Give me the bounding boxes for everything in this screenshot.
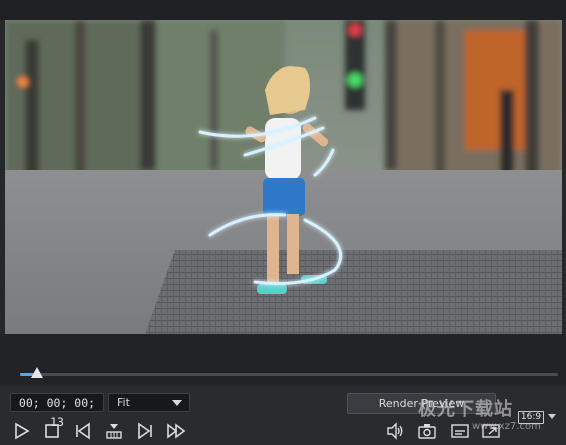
subtitle-icon[interactable] [450, 421, 470, 441]
play-icon[interactable] [12, 421, 32, 441]
camera-icon[interactable] [417, 421, 437, 441]
timecode-display[interactable]: 00; 00; 00; 13 [10, 393, 104, 429]
watermark-text: 极光下载站 [418, 399, 513, 420]
stop-icon[interactable] [42, 421, 62, 441]
volume-icon[interactable] [385, 421, 405, 441]
previous-frame-icon[interactable] [73, 421, 93, 441]
video-preview[interactable] [5, 20, 562, 334]
fast-forward-icon[interactable] [166, 421, 186, 441]
chevron-down-icon[interactable] [548, 414, 556, 419]
watermark-url: www.xz7.com [472, 421, 541, 432]
marker-icon[interactable] [104, 421, 124, 441]
video-frame [5, 20, 562, 334]
seek-bar[interactable] [20, 373, 558, 376]
timeline-area [0, 334, 566, 386]
fit-select-value: Fit [117, 396, 130, 409]
zoom-fit-select[interactable]: Fit [108, 393, 190, 412]
chevron-down-icon [172, 400, 182, 406]
title-bar [0, 0, 566, 20]
next-frame-icon[interactable] [135, 421, 155, 441]
scrubber-handle[interactable] [31, 367, 43, 378]
